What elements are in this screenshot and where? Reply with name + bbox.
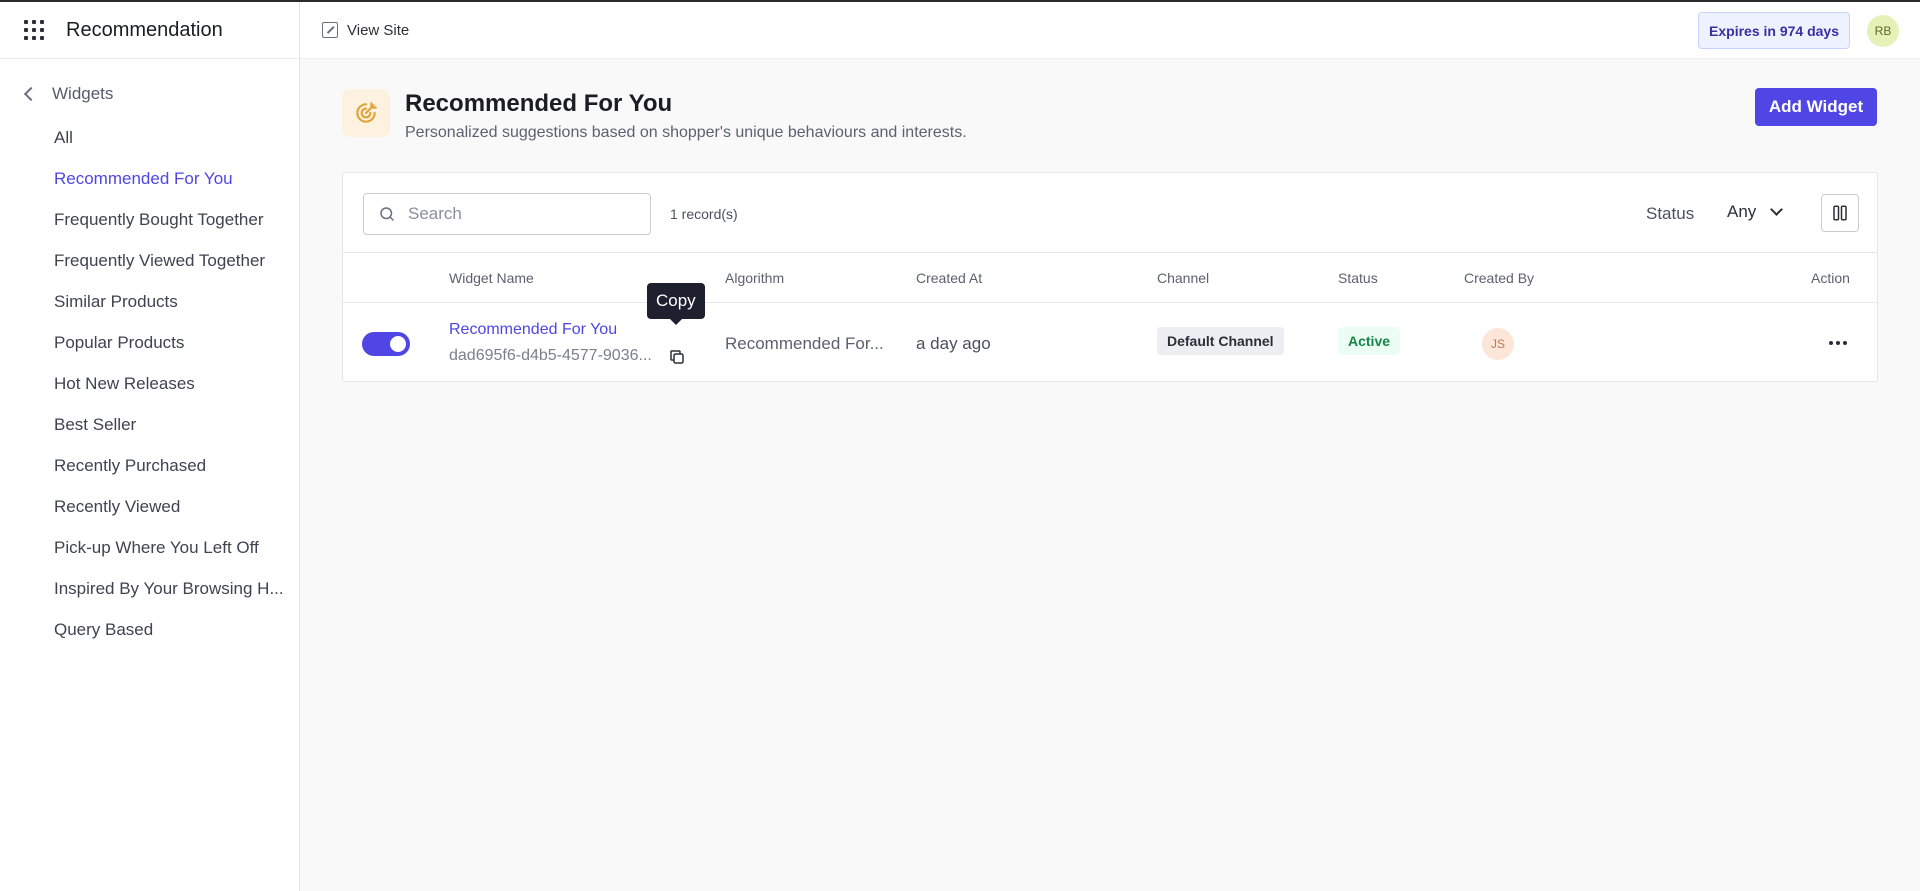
add-widget-button[interactable]: Add Widget xyxy=(1755,88,1877,126)
chevron-down-icon xyxy=(1770,203,1784,216)
view-site-link[interactable]: View Site xyxy=(322,22,409,39)
column-header-action: Action xyxy=(1811,270,1850,286)
sidebar-item-popular-products[interactable]: Popular Products xyxy=(0,322,299,363)
sidebar-item-frequently-viewed-together[interactable]: Frequently Viewed Together xyxy=(0,240,299,281)
apps-grid-icon[interactable] xyxy=(24,20,44,40)
sidebar-item-frequently-bought-together[interactable]: Frequently Bought Together xyxy=(0,199,299,240)
view-site-label: View Site xyxy=(347,21,410,39)
app-title: Recommendation xyxy=(66,18,223,41)
sidebar-item-hot-new-releases[interactable]: Hot New Releases xyxy=(0,363,299,404)
chevron-left-icon xyxy=(23,86,39,102)
widgets-table-card: 1 record(s) Status Any Widget Name Algor… xyxy=(342,172,1878,382)
page-subtitle: Personalized suggestions based on shoppe… xyxy=(405,124,967,141)
search-input[interactable] xyxy=(408,204,628,224)
table-row: Recommended For You dad695f6-d4b5-4577-9… xyxy=(343,283,1877,382)
channel-badge: Default Channel xyxy=(1157,327,1284,355)
widgets-back-link[interactable]: Widgets xyxy=(0,79,299,109)
widget-name-link[interactable]: Recommended For You xyxy=(449,321,617,339)
columns-icon xyxy=(1833,205,1847,221)
target-icon xyxy=(342,89,390,137)
column-header-widget-name[interactable]: Widget Name xyxy=(449,270,534,286)
records-count: 1 record(s) xyxy=(670,206,738,222)
expires-badge[interactable]: Expires in 974 days xyxy=(1698,12,1850,49)
widget-created-at: a day ago xyxy=(916,334,991,353)
more-actions-button[interactable] xyxy=(1826,338,1850,348)
widget-enabled-toggle[interactable] xyxy=(362,332,410,356)
sidebar-item-similar-products[interactable]: Similar Products xyxy=(0,281,299,322)
more-dots-icon xyxy=(1829,341,1833,345)
sidebar-item-all[interactable]: All xyxy=(0,117,299,158)
column-header-created-at[interactable]: Created At xyxy=(916,270,982,286)
search-icon xyxy=(380,207,394,221)
table-header: Widget Name Algorithm Created At Channel… xyxy=(343,252,1877,303)
sidebar-item-pick-up-where-you-left-off[interactable]: Pick-up Where You Left Off xyxy=(0,527,299,568)
column-header-created-by[interactable]: Created By xyxy=(1464,270,1534,286)
search-box[interactable] xyxy=(363,193,651,235)
status-filter-select[interactable]: Any xyxy=(1727,202,1784,222)
sidebar-item-recently-purchased[interactable]: Recently Purchased xyxy=(0,445,299,486)
copy-icon[interactable] xyxy=(668,348,686,366)
sidebar-item-inspired-by-browsing[interactable]: Inspired By Your Browsing H... xyxy=(0,568,299,609)
widget-algorithm: Recommended For... xyxy=(725,334,884,353)
topbar: View Site Expires in 974 days RB xyxy=(300,2,1920,59)
sidebar: Recommendation Widgets All Recommended F… xyxy=(0,2,300,891)
column-header-status[interactable]: Status xyxy=(1338,270,1378,286)
sidebar-item-query-based[interactable]: Query Based xyxy=(0,609,299,650)
sidebar-nav: All Recommended For You Frequently Bough… xyxy=(0,117,299,650)
external-link-icon xyxy=(322,22,338,38)
sidebar-item-recommended-for-you[interactable]: Recommended For You xyxy=(0,158,299,199)
sidebar-header: Recommendation xyxy=(0,2,299,59)
column-header-algorithm[interactable]: Algorithm xyxy=(725,270,784,286)
sidebar-item-best-seller[interactable]: Best Seller xyxy=(0,404,299,445)
sidebar-item-recently-viewed[interactable]: Recently Viewed xyxy=(0,486,299,527)
copy-tooltip: Copy xyxy=(647,283,705,325)
column-header-channel[interactable]: Channel xyxy=(1157,270,1209,286)
page-title: Recommended For You xyxy=(405,90,673,117)
status-filter-value: Any xyxy=(1727,202,1757,221)
user-avatar[interactable]: RB xyxy=(1867,15,1899,47)
widgets-back-label: Widgets xyxy=(52,84,114,103)
status-filter-label: Status xyxy=(1646,204,1695,223)
columns-toggle-button[interactable] xyxy=(1821,194,1859,232)
widget-id: dad695f6-d4b5-4577-9036... xyxy=(449,347,652,364)
status-badge: Active xyxy=(1338,327,1401,355)
creator-avatar: JS xyxy=(1482,328,1514,360)
